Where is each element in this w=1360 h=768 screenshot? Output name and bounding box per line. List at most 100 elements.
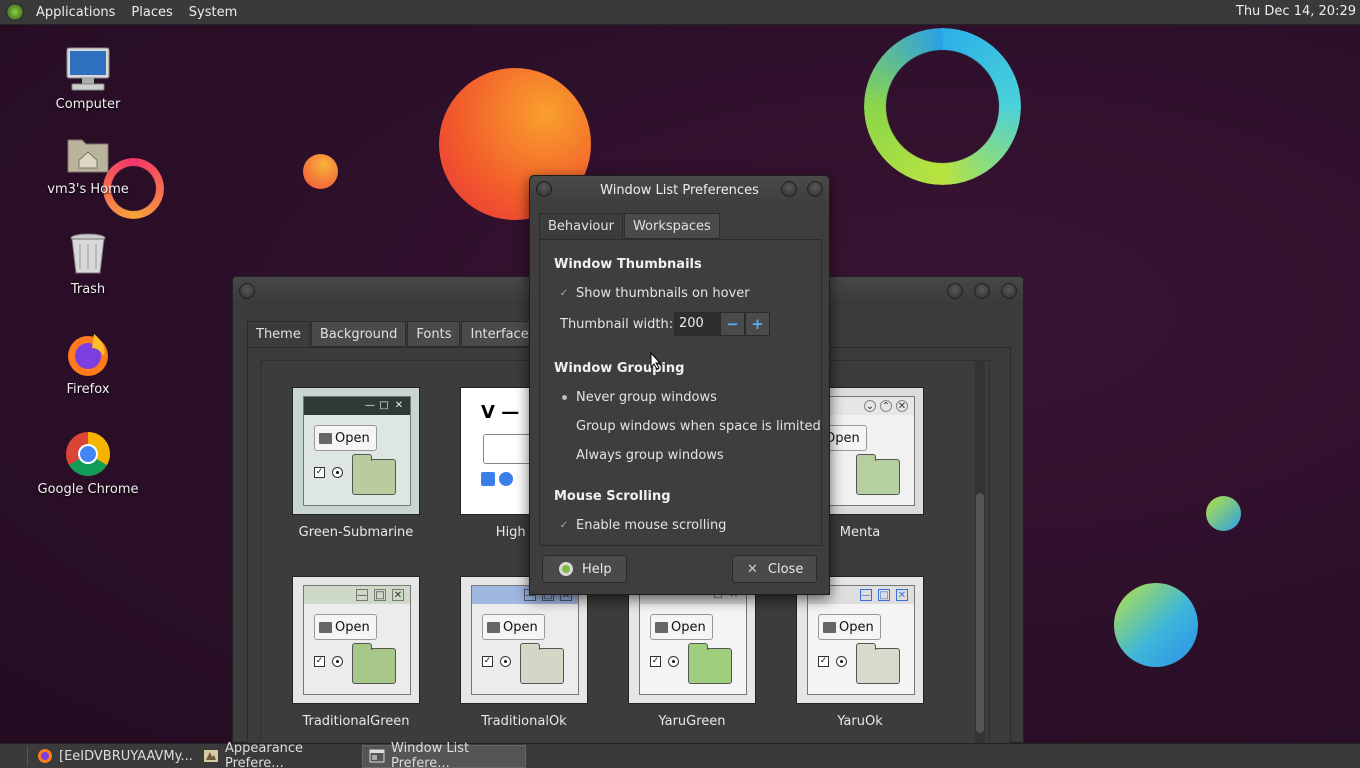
clock[interactable]: Thu Dec 14, 20:29: [1236, 4, 1356, 19]
window-menu-button[interactable]: [239, 283, 255, 299]
always-group-label: Always group windows: [576, 448, 724, 463]
desktop-icon-chrome[interactable]: Google Chrome: [33, 430, 143, 497]
group-when-limited-label: Group windows when space is limited: [576, 419, 821, 434]
maximize-icon: □: [374, 589, 386, 601]
tab-behaviour[interactable]: Behaviour: [539, 213, 623, 239]
theme-name: TraditionalGreen: [302, 714, 410, 729]
minimize-button[interactable]: [947, 283, 963, 299]
always-group-radio[interactable]: Always group windows: [558, 448, 724, 463]
tab-workspaces[interactable]: Workspaces: [623, 213, 720, 239]
enable-scrolling-checkbox[interactable]: ✓ Enable mouse scrolling: [558, 518, 727, 533]
preview-window: — □ ✕ Open ✓: [639, 585, 747, 695]
taskbar-item-label: Window List Prefere...: [391, 741, 470, 768]
bottom-panel: [EeIDVBRUYAAVMy... Appearance Prefere...…: [0, 741, 1360, 768]
theme-preview: — □ ✕ Open ✓: [796, 576, 924, 704]
decrement-button[interactable]: −: [720, 312, 745, 336]
preview-window: — □ ✕ Open ✓: [303, 585, 411, 695]
preview-radio: [836, 656, 847, 667]
folder-icon: [352, 643, 396, 684]
preview-radio: [332, 467, 343, 478]
preview-window: — □ ✕ Open ✓: [303, 396, 411, 506]
preview-open-label: Open: [503, 619, 538, 635]
tab-fonts[interactable]: Fonts: [407, 321, 461, 347]
preview-radio: [500, 656, 511, 667]
help-button[interactable]: Help: [542, 555, 627, 583]
desktop-icon-computer[interactable]: Computer: [33, 45, 143, 112]
thumbnail-width-spinner[interactable]: 200 − +: [674, 312, 770, 336]
group-when-limited-radio[interactable]: Group windows when space is limited: [558, 419, 821, 434]
mate-logo-icon[interactable]: [6, 3, 24, 21]
minimize-icon: —: [860, 589, 872, 601]
appearance-tabs: Theme Background Fonts Interface: [247, 321, 539, 347]
dialog-tabs: Behaviour Workspaces: [539, 213, 721, 239]
desktop-icon-label: vm3's Home: [47, 182, 129, 197]
desktop-icon-trash[interactable]: Trash: [33, 230, 143, 297]
show-desktop-button[interactable]: [4, 746, 28, 766]
folder-icon: [688, 643, 732, 684]
theme-item-traditionalgreen[interactable]: — □ ✕ Open ✓ TraditionalGreen: [291, 576, 421, 729]
theme-preview: — □ ✕ Open ✓: [628, 576, 756, 704]
theme-item-green-submarine[interactable]: — □ ✕ Open ✓ Green-Submarine: [291, 387, 421, 540]
desktop-icon-home[interactable]: vm3's Home: [33, 130, 143, 197]
radio-selected-icon: [558, 392, 570, 404]
desktop-icon-label: Google Chrome: [37, 482, 139, 497]
preview-open-label: Open: [335, 430, 370, 446]
preview-checkbox: ✓: [314, 467, 325, 478]
never-group-radio[interactable]: Never group windows: [558, 390, 717, 405]
preview-open-button: Open: [818, 614, 881, 640]
help-label: Help: [582, 561, 612, 577]
preview-open-button: Open: [482, 614, 545, 640]
theme-item-yaruok[interactable]: — □ ✕ Open ✓ YaruOk: [795, 576, 925, 729]
maximize-button[interactable]: [974, 283, 990, 299]
folder-icon: [856, 643, 900, 684]
close-button[interactable]: [1001, 283, 1017, 299]
scrollbar-thumb[interactable]: [976, 493, 984, 733]
close-window-button[interactable]: [807, 181, 823, 197]
close-icon: ✕: [394, 400, 404, 411]
taskbar-item-firefox[interactable]: [EeIDVBRUYAAVMy...: [30, 745, 194, 768]
preview-open-button: Open: [314, 425, 377, 451]
help-icon: [559, 562, 573, 576]
tab-background[interactable]: Background: [310, 321, 407, 347]
tab-interface[interactable]: Interface: [461, 321, 538, 347]
thumbnail-width-row: Thumbnail width:: [560, 317, 673, 332]
small-orange-circle-decoration: [303, 154, 338, 189]
folder-icon: [319, 621, 332, 633]
chevron-down-icon: ⌄: [864, 400, 876, 412]
radio-icon: [558, 450, 570, 462]
taskbar-item-appearance[interactable]: Appearance Prefere...: [196, 741, 360, 768]
menu-places[interactable]: Places: [123, 5, 180, 20]
blue-green-circle-decoration: [1114, 583, 1198, 667]
minimize-button[interactable]: [781, 181, 797, 197]
tab-theme[interactable]: Theme: [247, 321, 310, 347]
menu-system[interactable]: System: [181, 5, 245, 20]
dialog-titlebar[interactable]: Window List Preferences: [530, 176, 829, 206]
preview-open-button: Open: [650, 614, 713, 640]
theme-grid-scrollbar[interactable]: [975, 361, 985, 746]
window-list-preferences-dialog: Window List Preferences Behaviour Worksp…: [529, 175, 830, 595]
desktop-icon-label: Computer: [55, 97, 121, 112]
folder-icon: [352, 454, 396, 495]
increment-button[interactable]: +: [745, 312, 770, 336]
theme-name: YaruOk: [837, 714, 883, 729]
menu-applications[interactable]: Applications: [28, 5, 123, 20]
trash-icon: [64, 230, 112, 278]
show-thumbnails-checkbox[interactable]: ✓ Show thumbnails on hover: [558, 286, 750, 301]
taskbar-item-window-list[interactable]: Window List Prefere...: [362, 741, 526, 768]
folder-icon: [319, 432, 332, 444]
home-folder-icon: [64, 130, 112, 178]
preview-open-label: Open: [671, 619, 706, 635]
firefox-icon: [64, 330, 112, 378]
folder-icon: [520, 643, 564, 684]
preview-open-label: Open: [839, 619, 874, 635]
desktop-icon-firefox[interactable]: Firefox: [33, 330, 143, 397]
theme-item-yarugreen[interactable]: — □ ✕ Open ✓ YaruGreen: [627, 576, 757, 729]
thumbnail-width-input[interactable]: 200: [674, 312, 720, 336]
theme-item-traditionalok[interactable]: — □ ✕ Open ✓ TraditionalOk: [459, 576, 589, 729]
close-button[interactable]: ✕ Close: [732, 555, 817, 583]
folder-icon: [823, 621, 836, 633]
taskbar-item-label: Appearance Prefere...: [225, 741, 304, 768]
preview-open-label: Open: [825, 430, 860, 446]
gradient-ring-decoration: [864, 28, 1021, 185]
maximize-icon: □: [878, 589, 890, 601]
